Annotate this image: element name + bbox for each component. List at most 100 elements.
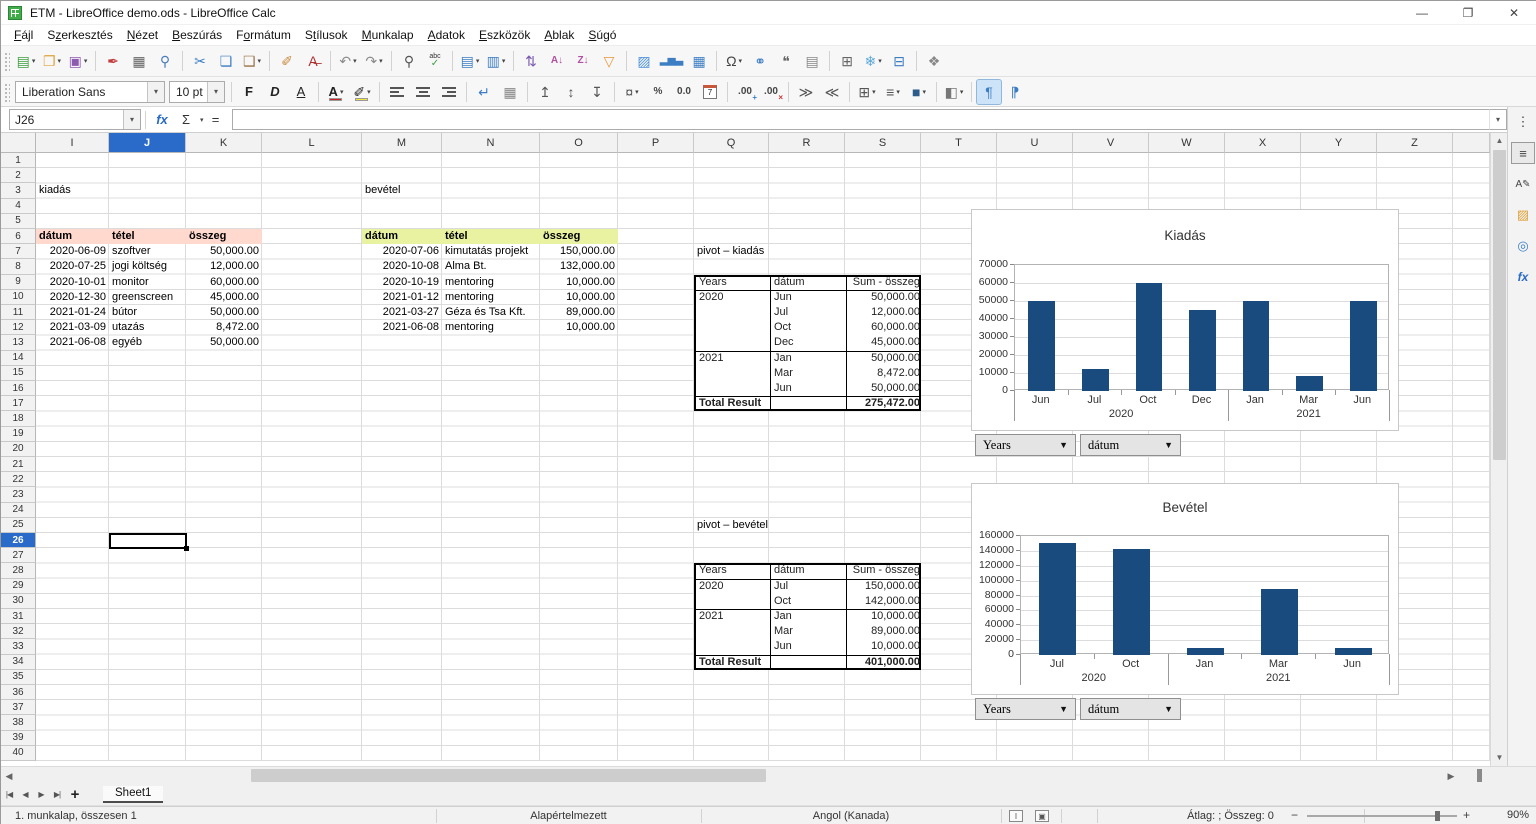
sort-ascending-icon[interactable]: A↓ [545,49,569,73]
row-header-31[interactable]: 31 [1,609,36,624]
last-sheet-icon[interactable]: ▶| [49,786,65,804]
column-header-M[interactable]: M [362,133,442,153]
pivot-chart-filter-dátum[interactable]: dátum▼ [1080,698,1181,720]
chevron-down-icon[interactable]: ▾ [123,110,140,129]
paste-icon[interactable]: ❑▾ [240,49,264,73]
find-replace-icon[interactable]: ⚲ [397,49,421,73]
row-header-12[interactable]: 12 [1,320,36,335]
row-header-5[interactable]: 5 [1,214,36,229]
column-header-Z[interactable]: Z [1377,133,1453,153]
clear-formatting-icon[interactable]: A̶ [301,49,325,73]
scroll-left-icon[interactable]: ◀ [1,768,17,784]
vertical-scrollbar[interactable]: ▲ ▼ [1490,133,1507,766]
row-header-7[interactable]: 7 [1,244,36,259]
sum-icon[interactable]: Σ [175,109,197,131]
center-vertically-icon[interactable]: ↕ [559,80,583,104]
zoom-out-icon[interactable]: − [1291,808,1298,822]
row-header-2[interactable]: 2 [1,168,36,183]
redo-icon[interactable]: ↷▾ [362,49,386,73]
page-style[interactable]: Alapértelmezett [436,807,701,824]
column-header-partial[interactable] [1453,133,1490,153]
row-header-30[interactable]: 30 [1,594,36,609]
left-to-right-icon[interactable]: ¶ [977,80,1001,104]
row-header-26[interactable]: 26 [1,533,36,548]
row-header-18[interactable]: 18 [1,411,36,426]
zoom-level[interactable]: 90% [1507,809,1529,821]
column-header-Y[interactable]: Y [1301,133,1377,153]
column-header-K[interactable]: K [186,133,262,153]
grid-corner[interactable] [1,133,36,153]
row-header-29[interactable]: 29 [1,579,36,594]
language-status[interactable]: Angol (Kanada) [701,807,1001,824]
styles-deck-icon[interactable]: A✎ [1511,173,1535,195]
insert-mode-indicator[interactable]: I [1009,810,1023,822]
zoom-slider-thumb[interactable] [1435,811,1440,821]
menu-help[interactable]: Súgó [581,26,623,44]
column-header-N[interactable]: N [442,133,540,153]
border-style-icon[interactable]: ≡▾ [881,80,905,104]
column-header-V[interactable]: V [1073,133,1149,153]
align-right-icon[interactable] [437,80,461,104]
row-header-32[interactable]: 32 [1,624,36,639]
menu-data[interactable]: Adatok [421,26,472,44]
pivot-chart-filter-years[interactable]: Years▼ [975,434,1076,456]
font-name-combo[interactable]: Liberation Sans ▾ [15,81,165,103]
chart-kiadás[interactable]: Kiadás0100002000030000400005000060000700… [971,209,1399,431]
menu-window[interactable]: Ablak [537,26,581,44]
spelling-icon[interactable]: abc✓ [423,49,447,73]
menu-view[interactable]: Nézet [120,26,165,44]
insert-pivot-table-icon[interactable]: ▦ [687,49,711,73]
insert-rows-icon[interactable]: ▤▾ [458,49,482,73]
sort-icon[interactable]: ⇅ [519,49,543,73]
row-header-4[interactable]: 4 [1,199,36,214]
right-to-left-icon[interactable]: ⁋ [1003,80,1027,104]
format-currency-icon[interactable]: ¤▾ [620,80,644,104]
row-header-14[interactable]: 14 [1,351,36,366]
sheet-tab[interactable]: Sheet1 [103,786,163,803]
new-document-icon[interactable]: ▤▾ [14,49,38,73]
toolbar-drag-handle[interactable] [3,51,10,71]
document-modified-icon[interactable]: ▣ [1035,810,1049,822]
sidebar-settings-icon[interactable]: ⋮ [1511,111,1535,133]
row-header-22[interactable]: 22 [1,472,36,487]
add-decimal-place-icon[interactable]: .00+ [733,80,757,104]
align-left-icon[interactable] [385,80,409,104]
row-header-10[interactable]: 10 [1,290,36,305]
format-number-icon[interactable]: 0.0 [672,80,696,104]
column-header-T[interactable]: T [921,133,997,153]
font-color-icon[interactable]: A▾ [324,80,348,104]
row-header-27[interactable]: 27 [1,548,36,563]
insert-comment-icon[interactable]: ❝ [774,49,798,73]
first-sheet-icon[interactable]: |◀ [1,786,17,804]
autofilter-icon[interactable]: ▽ [597,49,621,73]
italic-icon[interactable]: D [263,80,287,104]
menu-format[interactable]: Formátum [229,26,298,44]
row-header-8[interactable]: 8 [1,259,36,274]
menu-styles[interactable]: Stílusok [298,26,355,44]
menu-edit[interactable]: Szerkesztés [40,26,119,44]
row-header-40[interactable]: 40 [1,746,36,761]
column-header-Q[interactable]: Q [694,133,769,153]
sort-descending-icon[interactable]: Z↓ [571,49,595,73]
column-header-I[interactable]: I [36,133,109,153]
highlighting-color-icon[interactable]: ✐▾ [350,80,374,104]
clone-formatting-icon[interactable]: ✐ [275,49,299,73]
functions-deck-icon[interactable]: fx [1511,266,1535,288]
add-sheet-button[interactable]: + [65,786,85,803]
column-header-S[interactable]: S [845,133,921,153]
print-icon[interactable]: ▦ [127,49,151,73]
borders-icon[interactable]: ⊞▾ [855,80,879,104]
function-wizard-icon[interactable]: fx [151,109,173,131]
special-character-icon[interactable]: Ω▾ [722,49,746,73]
horizontal-scrollbar[interactable]: ◀ ▶ [1,766,1536,784]
column-header-R[interactable]: R [769,133,845,153]
row-header-1[interactable]: 1 [1,153,36,168]
background-color-icon[interactable]: ■▾ [907,80,931,104]
cut-icon[interactable]: ✂ [188,49,212,73]
merge-cells-icon[interactable]: ▦ [498,80,522,104]
column-header-P[interactable]: P [618,133,694,153]
menu-tools[interactable]: Eszközök [472,26,537,44]
decrease-indent-icon[interactable]: ≪ [820,80,844,104]
copy-icon[interactable]: ❏ [214,49,238,73]
column-header-U[interactable]: U [997,133,1073,153]
